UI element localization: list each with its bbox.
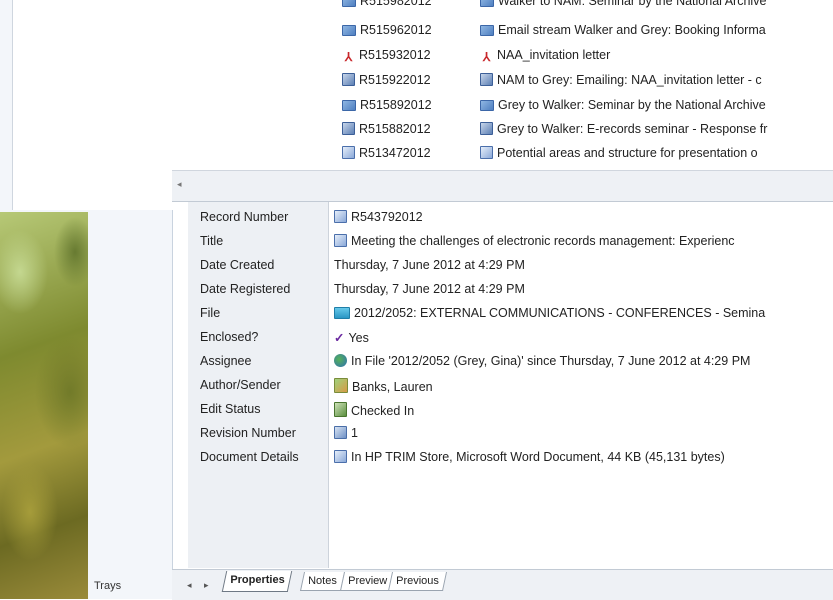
email-icon — [480, 0, 494, 7]
property-row-file: File 2012/2052: EXTERNAL COMMUNICATIONS … — [188, 306, 833, 326]
record-title: Grey to Walker: Seminar by the National … — [498, 98, 766, 112]
word-document-icon — [334, 210, 347, 223]
document-icon — [480, 122, 493, 135]
property-value: In HP TRIM Store, Microsoft Word Documen… — [351, 450, 725, 464]
record-number: R515892012 — [360, 98, 432, 112]
tab-notes[interactable]: Notes — [299, 572, 345, 591]
word-document-icon — [334, 450, 347, 463]
property-label: Record Number — [200, 210, 289, 224]
document-icon — [342, 122, 355, 135]
property-value[interactable]: Banks, Lauren — [352, 380, 433, 394]
property-value: In File '2012/2052 (Grey, Gina)' since T… — [351, 354, 751, 368]
tab-properties[interactable]: Properties — [221, 571, 293, 592]
property-row-title: Title Meeting the challenges of electron… — [188, 234, 833, 254]
record-title: Walker to NAM: Seminar by the National A… — [498, 0, 767, 8]
folder-icon — [334, 307, 350, 319]
property-row-record-number: Record Number R543792012 — [188, 210, 833, 230]
tab-scroll-right-icon[interactable]: ▸ — [204, 580, 209, 591]
email-icon — [342, 100, 356, 111]
property-value[interactable]: 2012/2052: EXTERNAL COMMUNICATIONS - CON… — [354, 306, 765, 320]
property-label: Enclosed? — [200, 330, 259, 344]
record-number: R515882012 — [359, 122, 431, 136]
property-label: Edit Status — [200, 402, 261, 416]
document-icon — [480, 73, 493, 86]
pdf-icon: ⅄ — [482, 50, 491, 64]
record-title: Potential areas and structure for presen… — [497, 146, 758, 160]
property-label: Date Registered — [200, 282, 291, 296]
document-icon — [342, 73, 355, 86]
revision-icon — [334, 426, 347, 439]
property-row-document-details: Document Details In HP TRIM Store, Micro… — [188, 450, 833, 470]
record-number: R513472012 — [359, 146, 431, 160]
record-title: Email stream Walker and Grey: Booking In… — [498, 23, 766, 37]
property-row-enclosed: Enclosed? ✓ Yes — [188, 330, 833, 350]
assignee-globe-icon — [334, 354, 347, 367]
property-label: Document Details — [200, 450, 299, 464]
record-number: R515932012 — [359, 48, 431, 62]
email-icon — [342, 25, 356, 36]
tab-previous[interactable]: Previous — [387, 572, 447, 591]
checked-in-icon — [334, 402, 347, 417]
property-value: 1 — [351, 426, 358, 440]
email-icon — [480, 100, 494, 111]
sidebar-tree-panel — [12, 0, 173, 210]
record-number: R515962012 — [360, 23, 432, 37]
property-row-revision-number: Revision Number 1 — [188, 426, 833, 446]
word-document-icon — [334, 234, 347, 247]
property-row-edit-status: Edit Status Checked In — [188, 402, 833, 422]
email-icon — [480, 25, 494, 36]
property-label: Assignee — [200, 354, 252, 368]
property-label: Revision Number — [200, 426, 296, 440]
record-title: Grey to Walker: E-records seminar - Resp… — [497, 122, 768, 136]
property-row-assignee: Assignee In File '2012/2052 (Grey, Gina)… — [188, 354, 833, 374]
word-document-icon — [342, 146, 355, 159]
pdf-icon: ⅄ — [344, 50, 353, 64]
checkmark-icon: ✓ — [334, 331, 345, 345]
property-row-date-created: Date Created Thursday, 7 June 2012 at 4:… — [188, 258, 833, 278]
property-value: Checked In — [351, 404, 415, 418]
property-row-date-registered: Date Registered Thursday, 7 June 2012 at… — [188, 282, 833, 302]
sidebar: Trays — [0, 0, 173, 599]
property-value: Thursday, 7 June 2012 at 4:29 PM — [334, 258, 525, 272]
tab-bar: ◂ ▸ Properties Notes Preview Previous — [172, 569, 833, 600]
background-photo — [0, 212, 88, 599]
property-label: Date Created — [200, 258, 275, 272]
record-title: NAA_invitation letter — [497, 48, 611, 62]
property-value: Thursday, 7 June 2012 at 4:29 PM — [334, 282, 525, 296]
record-number: R515982012 — [360, 0, 432, 8]
word-document-icon — [480, 146, 493, 159]
person-icon — [334, 378, 348, 393]
property-value: R543792012 — [351, 210, 423, 224]
record-title: NAM to Grey: Emailing: NAA_invitation le… — [497, 73, 762, 87]
scroll-left-icon[interactable]: ◂ — [177, 179, 182, 190]
property-value: Meeting the challenges of electronic rec… — [351, 234, 735, 248]
property-value: Yes — [348, 331, 369, 345]
property-label: Author/Sender — [200, 378, 281, 392]
tab-scroll-left-icon[interactable]: ◂ — [187, 580, 192, 591]
sidebar-item-trays[interactable]: Trays — [94, 580, 121, 592]
horizontal-scrollbar[interactable]: ◂ — [172, 170, 833, 202]
property-label: Title — [200, 234, 224, 248]
email-icon — [342, 0, 356, 7]
record-number: R515922012 — [359, 73, 431, 87]
property-row-author-sender: Author/Sender Banks, Lauren — [188, 378, 833, 398]
properties-pane: Record Number R543792012 Title Meeting t… — [188, 202, 833, 568]
tab-preview[interactable]: Preview — [339, 572, 396, 591]
property-label: File — [200, 306, 221, 320]
